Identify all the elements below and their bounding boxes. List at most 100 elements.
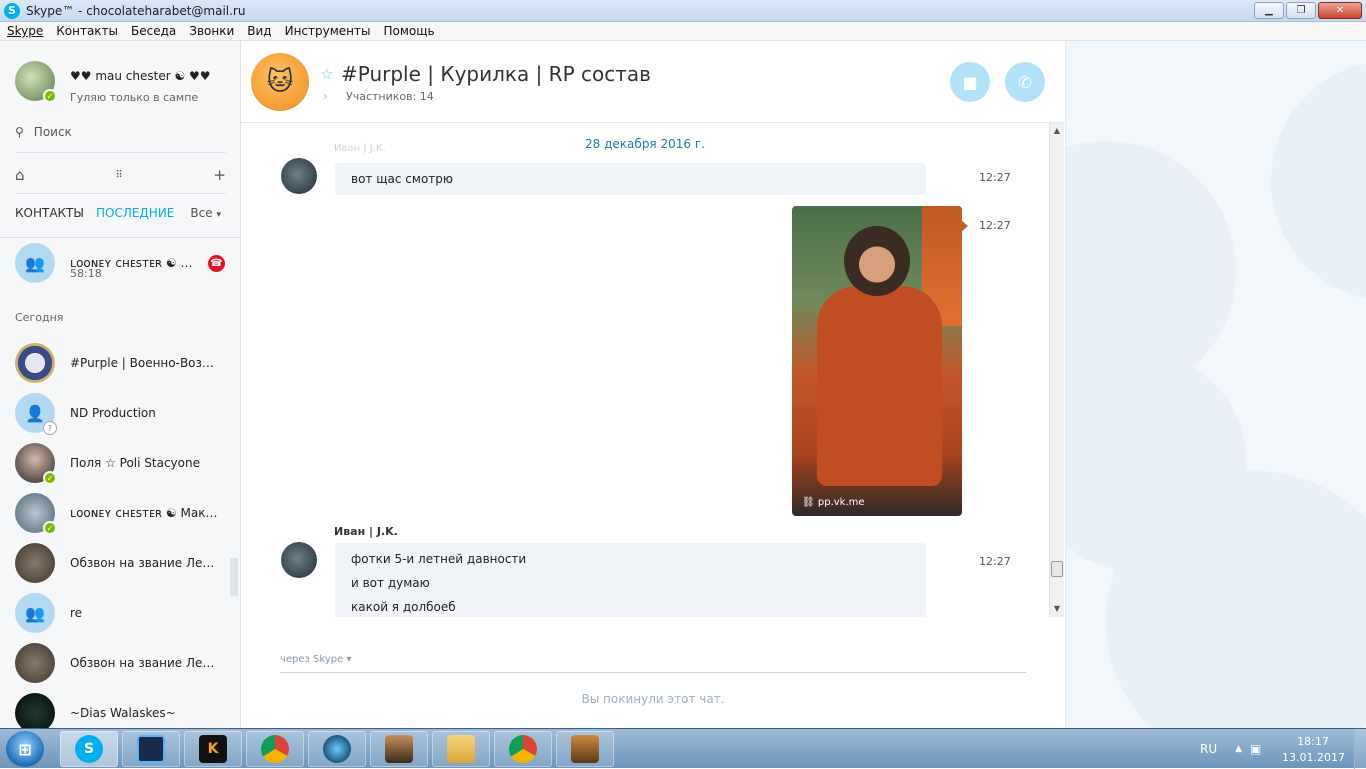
taskbar-app-explorer[interactable] bbox=[432, 731, 490, 767]
active-call-item[interactable]: 👥 ʟᴏᴏɴᴇʏ ᴄʜᴇꜱᴛᴇʀ ☯ Ма... 58:18 bbox=[15, 241, 226, 285]
contact-name: ʟᴏᴏɴᴇʏ ᴄʜᴇꜱᴛᴇʀ ☯ Макс... bbox=[70, 506, 220, 520]
list-item[interactable]: ✓ ʟᴏᴏɴᴇʏ ᴄʜᴇꜱᴛᴇʀ ☯ Макс... bbox=[15, 491, 226, 535]
message-scrollbar[interactable]: ▲ ▼ bbox=[1049, 123, 1064, 617]
scroll-down-icon[interactable]: ▼ bbox=[1050, 601, 1064, 615]
sidebar: ✓ ♥♥ mau chester ☯ ♥♥ Гуляю только в сам… bbox=[0, 41, 241, 728]
shared-photo[interactable]: ⛓ pp.vk.me bbox=[792, 206, 962, 516]
skype-icon: S bbox=[75, 735, 103, 763]
start-button[interactable]: ⊞ bbox=[6, 731, 44, 767]
divider bbox=[15, 193, 226, 194]
chrome-icon bbox=[261, 735, 289, 763]
video-call-button[interactable]: ■ bbox=[950, 62, 990, 102]
sender-avatar[interactable] bbox=[281, 542, 317, 578]
taskbar-app-media[interactable] bbox=[308, 731, 366, 767]
message-text: вот щас смотрю bbox=[351, 172, 453, 186]
contact-avatar bbox=[15, 543, 55, 583]
list-item[interactable]: Обзвон на звание Лей... bbox=[15, 541, 226, 585]
menu-calls[interactable]: Звонки bbox=[189, 24, 234, 38]
taskbar-app-chrome-profile[interactable] bbox=[494, 731, 552, 767]
contact-tabs: КОНТАКТЫ ПОСЛЕДНИЕ Все ▾ bbox=[15, 206, 226, 220]
list-item[interactable]: #Purple | Военно-Возд... bbox=[15, 341, 226, 385]
taskbar-app-game[interactable] bbox=[370, 731, 428, 767]
section-header-today: Сегодня bbox=[15, 311, 64, 324]
menu-view[interactable]: Вид bbox=[247, 24, 271, 38]
dialpad-icon[interactable]: ⠿ bbox=[115, 170, 122, 181]
menu-help[interactable]: Помощь bbox=[383, 24, 434, 38]
message-bubble[interactable]: фотки 5-и летней давности и вот думаю ка… bbox=[335, 543, 926, 617]
divider bbox=[15, 152, 226, 153]
sender-avatar[interactable] bbox=[281, 158, 317, 194]
chevron-right-icon[interactable]: › bbox=[323, 89, 328, 103]
close-button[interactable]: ✕ bbox=[1318, 2, 1362, 19]
left-chat-notice: Вы покинули этот чат. bbox=[581, 692, 725, 706]
list-item[interactable]: 👥 re bbox=[15, 591, 226, 635]
link-icon: ⛓ bbox=[802, 497, 815, 508]
list-item[interactable]: Обзвон на звание Лей... bbox=[15, 641, 226, 685]
menu-tools[interactable]: Инструменты bbox=[285, 24, 371, 38]
profile-avatar[interactable]: ✓ bbox=[15, 61, 57, 103]
search-label: Поиск bbox=[33, 125, 72, 139]
list-item[interactable]: ✓ Поля ☆ Poli Stacyone bbox=[15, 441, 226, 485]
taskbar-app-chrome[interactable] bbox=[246, 731, 304, 767]
menu-bar: Skype Контакты Беседа Звонки Вид Инструм… bbox=[0, 22, 1366, 41]
call-duration: 58:18 bbox=[70, 267, 102, 280]
scroll-up-icon[interactable]: ▲ bbox=[1050, 123, 1064, 137]
message-text: какой я долбоеб bbox=[351, 600, 456, 614]
scroll-thumb[interactable] bbox=[1051, 561, 1063, 577]
favorite-star-icon[interactable]: ☆ bbox=[320, 65, 333, 83]
title-bar: S Skype™ - chocolateharabet@mail.ru ▁ ❐ … bbox=[0, 0, 1366, 22]
language-indicator[interactable]: RU bbox=[1200, 742, 1217, 756]
taskbar-app-game2[interactable] bbox=[556, 731, 614, 767]
menu-skype[interactable]: Skype bbox=[7, 24, 43, 38]
filter-label: Все bbox=[190, 206, 213, 220]
game-icon bbox=[571, 735, 599, 763]
taskbar-app-monitor[interactable] bbox=[122, 731, 180, 767]
decorative-circle bbox=[1271, 61, 1366, 301]
taskbar-app-skype[interactable]: S bbox=[60, 731, 118, 767]
sidebar-scrollbar[interactable] bbox=[230, 558, 238, 596]
list-item[interactable]: 👤 ? ND Production bbox=[15, 391, 226, 435]
contact-avatar: ✓ bbox=[15, 493, 57, 535]
maximize-button[interactable]: ❐ bbox=[1286, 2, 1316, 19]
hangup-icon[interactable]: ☎ bbox=[208, 255, 225, 272]
search-icon: ⚲ bbox=[15, 125, 24, 139]
via-skype-dropdown[interactable]: через Skype ▾ bbox=[280, 654, 351, 665]
members-count[interactable]: Участников: 14 bbox=[346, 90, 434, 103]
tab-contacts[interactable]: КОНТАКТЫ bbox=[15, 206, 84, 220]
contact-name: Обзвон на звание Лей... bbox=[70, 656, 220, 670]
divider bbox=[280, 672, 1026, 673]
chat-title: #Purple | Курилка | RP состав bbox=[341, 62, 651, 86]
search-box[interactable]: ⚲ Поиск bbox=[15, 125, 72, 139]
message-bubble[interactable]: вот щас смотрю bbox=[335, 163, 926, 195]
message-time: 12:27 bbox=[979, 219, 1011, 232]
message-text: фотки 5-и летней давности bbox=[351, 552, 527, 566]
contact-name: re bbox=[70, 606, 83, 620]
toolbar: ⌂ ⠿ + bbox=[15, 165, 226, 185]
home-icon[interactable]: ⌂ bbox=[15, 166, 25, 184]
taskbar-app-k[interactable]: K bbox=[184, 731, 242, 767]
contact-name: Поля ☆ Poli Stacyone bbox=[70, 456, 200, 470]
clock-time: 18:17 bbox=[1297, 735, 1329, 748]
compose-area: через Skype ▾ Вы покинули этот чат. bbox=[241, 617, 1065, 728]
clock[interactable]: 18:17 13.01.2017 bbox=[1282, 734, 1345, 766]
photo-link[interactable]: ⛓ pp.vk.me bbox=[802, 497, 865, 508]
add-icon[interactable]: + bbox=[213, 166, 226, 184]
contact-name: #Purple | Военно-Возд... bbox=[70, 356, 220, 370]
chat-avatar[interactable]: 🐱 bbox=[251, 53, 309, 111]
monitor-icon bbox=[137, 735, 165, 763]
menu-conversation[interactable]: Беседа bbox=[131, 24, 176, 38]
system-tray: RU ▲ ▣ bbox=[1200, 729, 1261, 769]
message-time: 12:27 bbox=[979, 555, 1011, 568]
filter-dropdown[interactable]: Все ▾ bbox=[190, 206, 221, 220]
minimize-button[interactable]: ▁ bbox=[1254, 2, 1284, 19]
show-desktop-button[interactable] bbox=[1354, 729, 1366, 769]
menu-contacts[interactable]: Контакты bbox=[56, 24, 118, 38]
window-title: Skype™ - chocolateharabet@mail.ru bbox=[26, 3, 246, 18]
tab-recent[interactable]: ПОСЛЕДНИЕ bbox=[96, 206, 174, 220]
network-icon[interactable]: ▣ bbox=[1250, 742, 1261, 756]
profile[interactable]: ✓ ♥♥ mau chester ☯ ♥♥ Гуляю только в сам… bbox=[15, 61, 211, 104]
contact-avatar: ✓ bbox=[15, 443, 57, 485]
audio-call-button[interactable]: ✆ bbox=[1005, 62, 1045, 102]
list-item[interactable]: ~Dias Walaskes~ bbox=[15, 691, 226, 728]
tray-expand-icon[interactable]: ▲ bbox=[1235, 744, 1242, 754]
